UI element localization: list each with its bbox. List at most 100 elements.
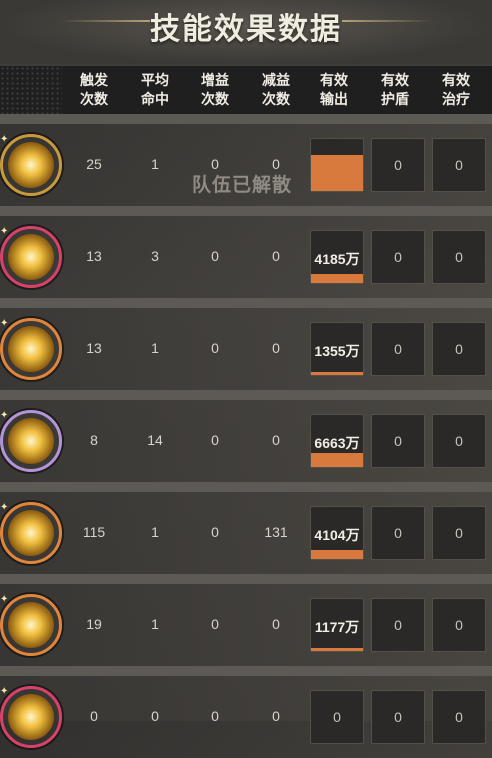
- trigger-count-cell: 8: [90, 432, 98, 448]
- avg-hit-cell: 1: [151, 156, 159, 172]
- effective-heal-box-value: 0: [455, 709, 463, 725]
- skill-icon[interactable]: [0, 226, 62, 288]
- row-divider: [0, 206, 492, 216]
- effective-heal-box: 0: [432, 506, 486, 560]
- avg-hit-cell: 1: [151, 340, 159, 356]
- debuff-count-cell: 131: [264, 524, 288, 540]
- effective-heal-box-value: 0: [455, 157, 463, 173]
- row-divider: [0, 666, 492, 676]
- col-debuff-count: 减益 次数: [262, 72, 290, 107]
- effective-shield-box: 0: [371, 138, 425, 192]
- effective-heal-box: 0: [432, 322, 486, 376]
- effective-output-box-value: 0: [333, 709, 341, 725]
- skill-icon[interactable]: [0, 410, 62, 472]
- skill-row[interactable]: ✦ 8 14 0 0 6663万 0 0: [0, 400, 492, 482]
- debuff-count-cell: 0: [272, 340, 280, 356]
- sparkle-icon: ✦: [0, 134, 9, 145]
- sparkle-icon: ✦: [0, 502, 9, 513]
- effective-heal-box: 0: [432, 138, 486, 192]
- sparkle-icon: ✦: [0, 686, 9, 697]
- trigger-count-cell: 25: [86, 156, 102, 172]
- effective-heal-box: 0: [432, 690, 486, 744]
- output-share-bar: [311, 550, 363, 559]
- buff-count-cell: 0: [211, 432, 219, 448]
- effective-shield-box-value: 0: [394, 157, 402, 173]
- effective-output-box-value: 4185万: [314, 251, 360, 267]
- avg-hit-cell: 14: [147, 432, 163, 448]
- skill-icon[interactable]: [0, 134, 62, 196]
- effective-output-box: 1355万: [310, 322, 364, 376]
- effective-shield-box-value: 0: [394, 709, 402, 725]
- effective-output-box-value: 1355万: [314, 343, 360, 359]
- effective-shield-box: 0: [371, 230, 425, 284]
- row-divider: [0, 482, 492, 492]
- skill-icon[interactable]: [0, 502, 62, 564]
- skill-icon[interactable]: [0, 686, 62, 748]
- effective-shield-box: 0: [371, 414, 425, 468]
- output-share-bar: [311, 648, 363, 651]
- effective-output-box: 6663万: [310, 414, 364, 468]
- effective-heal-box-value: 0: [455, 433, 463, 449]
- effective-output-box: 0: [310, 690, 364, 744]
- effective-output-box: 4185万: [310, 230, 364, 284]
- skill-emblem-icon: [8, 234, 54, 280]
- effective-shield-box-value: 0: [394, 341, 402, 357]
- debuff-count-cell: 0: [272, 248, 280, 264]
- skill-row[interactable]: ✦ 13 3 0 0 4185万 0 0: [0, 216, 492, 298]
- skill-icon[interactable]: [0, 594, 62, 656]
- skill-row[interactable]: ✦ 115 1 0 131 4104万 0 0: [0, 492, 492, 574]
- skill-row[interactable]: ✦ 19 1 0 0 1177万 0 0: [0, 584, 492, 666]
- effective-heal-box: 0: [432, 414, 486, 468]
- trigger-count-cell: 13: [86, 248, 102, 264]
- col-trigger-count: 触发 次数: [80, 72, 108, 107]
- effective-heal-box-value: 0: [455, 525, 463, 541]
- skill-emblem-icon: [8, 510, 54, 556]
- col-effective-output: 有效 输出: [320, 72, 348, 107]
- sparkle-icon: ✦: [0, 410, 9, 421]
- skill-icon[interactable]: [0, 318, 62, 380]
- trigger-count-cell: 13: [86, 340, 102, 356]
- buff-count-cell: 0: [211, 616, 219, 632]
- row-divider: [0, 390, 492, 400]
- trigger-count-cell: 19: [86, 616, 102, 632]
- avg-hit-cell: 3: [151, 248, 159, 264]
- effective-output-box: 750万: [310, 138, 364, 192]
- debuff-count-cell: 0: [272, 616, 280, 632]
- row-divider: [0, 114, 492, 124]
- effective-shield-box: 0: [371, 506, 425, 560]
- effective-shield-box: 0: [371, 322, 425, 376]
- effective-heal-box: 0: [432, 598, 486, 652]
- trigger-count-cell: 115: [82, 524, 106, 540]
- row-divider: [0, 298, 492, 308]
- buff-count-cell: 0: [211, 248, 219, 264]
- col-avg-hit: 平均 命中: [141, 72, 169, 107]
- avg-hit-cell: 0: [151, 708, 159, 724]
- skill-row[interactable]: ✦ 13 1 0 0 1355万 0 0: [0, 308, 492, 390]
- buff-count-cell: 0: [211, 708, 219, 724]
- skill-emblem-icon: [8, 602, 54, 648]
- effective-output-box: 4104万: [310, 506, 364, 560]
- trigger-count-cell: 0: [90, 708, 98, 724]
- row-divider: [0, 574, 492, 584]
- debuff-count-cell: 0: [272, 708, 280, 724]
- buff-count-cell: 0: [211, 524, 219, 540]
- sparkle-icon: ✦: [0, 318, 9, 329]
- effective-output-box-value: 4104万: [314, 527, 360, 543]
- team-disbanded-notice: 队伍已解散: [192, 175, 293, 196]
- skill-row[interactable]: ✦ 0 0 0 0 0 0 0: [0, 676, 492, 758]
- avg-hit-cell: 1: [151, 616, 159, 632]
- header-pattern: [0, 66, 62, 114]
- effective-shield-box-value: 0: [394, 617, 402, 633]
- effective-heal-box-value: 0: [455, 249, 463, 265]
- effective-shield-box-value: 0: [394, 433, 402, 449]
- effective-heal-box: 0: [432, 230, 486, 284]
- col-effective-heal: 有效 治疗: [442, 72, 470, 107]
- avg-hit-cell: 1: [151, 524, 159, 540]
- skill-emblem-icon: [8, 142, 54, 188]
- sparkle-icon: ✦: [0, 594, 9, 605]
- col-effective-shield: 有效 护盾: [381, 72, 409, 107]
- effective-heal-box-value: 0: [455, 341, 463, 357]
- effective-shield-box: 0: [371, 690, 425, 744]
- buff-count-cell: 0: [211, 340, 219, 356]
- sparkle-icon: ✦: [0, 226, 9, 237]
